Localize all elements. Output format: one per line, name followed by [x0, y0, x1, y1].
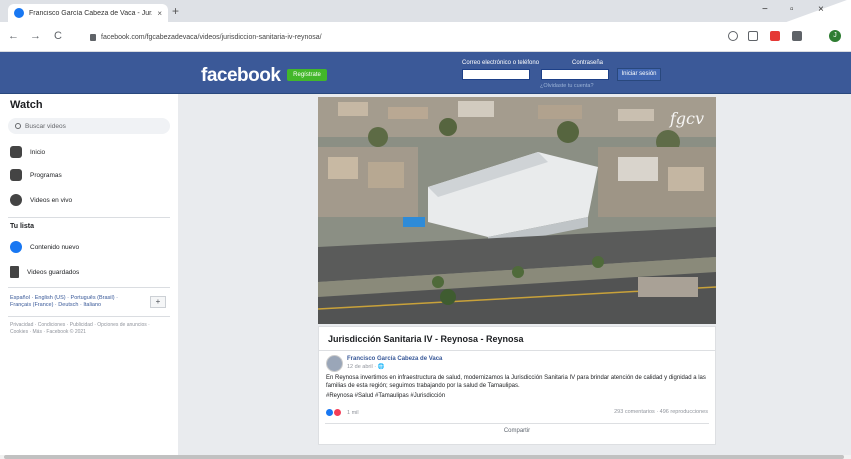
sidebar-divider: [8, 316, 170, 317]
address-bar-row: ← → C facebook.com/fgcabezadevaca/videos…: [0, 22, 851, 52]
sidebar-item-label: Contenido nuevo: [30, 243, 80, 251]
url-field[interactable]: facebook.com/fgcabezadevaca/videos/juris…: [84, 28, 704, 46]
love-reaction-icon: [334, 409, 341, 416]
login-button[interactable]: Iniciar sesión: [617, 68, 661, 81]
tab-close-icon[interactable]: ×: [157, 9, 162, 18]
scrollbar-thumb[interactable]: [4, 455, 844, 459]
your-list-heading: Tu lista: [10, 223, 34, 230]
bookmark-icon: [10, 266, 19, 278]
maximize-button[interactable]: ▫: [790, 4, 794, 15]
video-title: Jurisdicción Sanitaria IV - Reynosa - Re…: [328, 334, 524, 344]
divider: [319, 350, 715, 351]
video-watermark-logo: fgcv: [669, 109, 704, 128]
horizontal-scrollbar[interactable]: [0, 455, 851, 459]
video-player[interactable]: fgcv: [318, 97, 716, 324]
lock-icon: [90, 33, 96, 41]
shows-icon: [10, 169, 22, 181]
post-hashtags[interactable]: #Reynosa #Salud #Tamaulipas #Jurisdicció…: [326, 393, 445, 399]
email-field[interactable]: [462, 69, 530, 80]
browser-tab-strip: Francisco García Cabeza de Vaca - Jur...…: [0, 0, 851, 22]
play-icon: [10, 241, 22, 253]
sidebar-divider: [8, 287, 170, 288]
post-card: Jurisdicción Sanitaria IV - Reynosa - Re…: [318, 326, 716, 445]
search-icon[interactable]: [728, 31, 738, 41]
aerial-video-frame: [318, 97, 716, 324]
minimize-button[interactable]: −: [762, 4, 768, 15]
sidebar-title: Watch: [10, 99, 43, 111]
sidebar-item-live[interactable]: Videos en vivo: [10, 192, 72, 208]
sidebar-item-new-content[interactable]: Contenido nuevo: [10, 239, 79, 255]
close-window-button[interactable]: ×: [818, 4, 824, 15]
star-icon[interactable]: [748, 31, 758, 41]
email-label: Correo electrónico o teléfono: [462, 60, 540, 66]
sidebar-divider: [8, 217, 170, 218]
language-links[interactable]: Español · English (US) · Português (Bras…: [10, 295, 140, 309]
reactions-summary[interactable]: 1 mil: [326, 409, 359, 416]
author-avatar[interactable]: [326, 355, 343, 372]
home-icon: [10, 146, 22, 158]
author-name-link[interactable]: Francisco García Cabeza de Vaca: [347, 356, 442, 362]
facebook-logo[interactable]: facebook: [201, 65, 281, 87]
watch-sidebar: Watch Buscar videos Inicio Programas Vid…: [0, 94, 178, 455]
sidebar-item-saved-videos[interactable]: Videos guardados: [10, 264, 79, 280]
sidebar-item-shows[interactable]: Programas: [10, 167, 62, 183]
like-reaction-icon: [326, 409, 333, 416]
browser-tab[interactable]: Francisco García Cabeza de Vaca - Jur...…: [8, 4, 168, 22]
tab-title: Francisco García Cabeza de Vaca - Jur...: [29, 9, 153, 17]
sidebar-item-label: Inicio: [30, 148, 46, 156]
sidebar-item-label: Programas: [30, 171, 62, 179]
reaction-count: 1 mil: [347, 409, 359, 416]
url-text: facebook.com/fgcabezadevaca/videos/juris…: [101, 33, 322, 41]
search-icon: [15, 123, 21, 129]
facebook-header: facebook Regístrate Correo electrónico o…: [0, 52, 851, 94]
back-button[interactable]: ←: [8, 30, 19, 42]
new-tab-button[interactable]: +: [172, 4, 179, 18]
divider: [325, 423, 709, 424]
post-timestamp[interactable]: 12 de abril · 🌐: [347, 364, 384, 370]
forgot-account-link[interactable]: ¿Olvidaste tu cuenta?: [540, 83, 594, 89]
extensions-puzzle-icon[interactable]: [792, 31, 802, 41]
post-body-text: En Reynosa invertimos en infraestructura…: [326, 375, 706, 389]
search-placeholder: Buscar videos: [25, 122, 66, 130]
sidebar-item-label: Videos en vivo: [30, 196, 73, 204]
forward-button[interactable]: →: [30, 30, 41, 42]
share-button[interactable]: Compartir: [319, 428, 715, 434]
live-icon: [10, 194, 22, 206]
video-search-input[interactable]: Buscar videos: [8, 118, 170, 134]
register-button[interactable]: Regístrate: [287, 69, 327, 81]
sidebar-item-home[interactable]: Inicio: [10, 144, 45, 160]
comments-views-stats[interactable]: 293 comentarios · 496 reproducciones: [614, 409, 708, 415]
password-field[interactable]: [541, 69, 609, 80]
facebook-favicon-icon: [14, 8, 24, 18]
extension-icon[interactable]: [770, 31, 780, 41]
sidebar-item-label: Videos guardados: [27, 268, 80, 276]
reload-button[interactable]: C: [54, 30, 62, 42]
profile-avatar[interactable]: J: [829, 30, 841, 42]
sidebar-footer[interactable]: Privacidad · Condiciones · Publicidad · …: [10, 322, 150, 335]
more-languages-button[interactable]: +: [150, 296, 166, 308]
password-label: Contraseña: [572, 60, 604, 66]
